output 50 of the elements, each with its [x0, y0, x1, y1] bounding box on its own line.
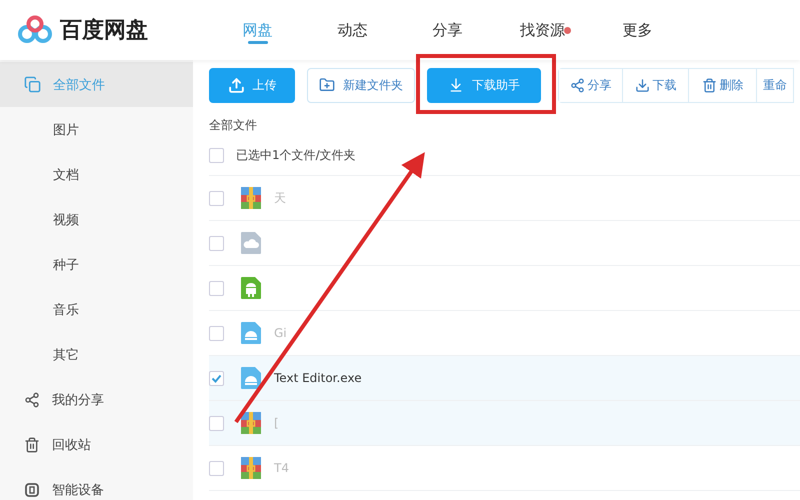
- android-file-icon: [240, 276, 262, 300]
- checkbox[interactable]: [209, 460, 224, 476]
- sidebar-item[interactable]: 种子: [0, 242, 193, 287]
- sidebar-item[interactable]: 其它: [0, 332, 193, 377]
- share-icon: [24, 392, 40, 408]
- trash-icon: [702, 78, 716, 92]
- nav-tab[interactable]: 更多: [590, 0, 685, 60]
- nav-tab[interactable]: 找资源: [495, 0, 590, 60]
- archive-icon: [240, 456, 262, 480]
- app-title: 百度网盘: [60, 16, 148, 45]
- nav-tab[interactable]: 动态: [305, 0, 400, 60]
- toolbar-button[interactable]: 分享: [559, 68, 623, 102]
- files-icon: [24, 76, 41, 93]
- sidebar-item[interactable]: 智能设备: [0, 467, 193, 500]
- checkbox[interactable]: [209, 280, 224, 296]
- new-folder-button[interactable]: 新建文件夹: [307, 68, 415, 102]
- sidebar-item[interactable]: 视频: [0, 197, 193, 242]
- sidebar-item[interactable]: 文档: [0, 152, 193, 197]
- file-row[interactable]: Text Editor.exe: [209, 356, 800, 401]
- nav-tab[interactable]: 分享: [400, 0, 495, 60]
- checkbox[interactable]: [209, 236, 224, 250]
- archive-icon: [240, 186, 262, 210]
- archive-icon: [240, 411, 262, 435]
- cloud-file-icon: [240, 231, 262, 255]
- exe-file-icon: [240, 366, 262, 390]
- download-icon: [448, 77, 464, 93]
- file-name: Gi: [274, 326, 287, 340]
- device-icon: [24, 482, 40, 498]
- file-name: T4: [274, 461, 289, 475]
- sidebar-item[interactable]: 图片: [0, 107, 193, 152]
- sidebar-item[interactable]: 我的分享: [0, 377, 193, 422]
- share-icon: [570, 78, 584, 92]
- sidebar-item[interactable]: 回收站: [0, 422, 193, 467]
- file-name: [: [274, 416, 279, 430]
- trash-icon: [24, 436, 40, 452]
- checkbox[interactable]: [209, 370, 224, 386]
- download-icon: [634, 78, 650, 92]
- selection-count: 已选中1个文件/文件夹: [236, 146, 356, 164]
- checkbox[interactable]: [209, 190, 224, 206]
- breadcrumb: 全部文件: [209, 117, 258, 134]
- sidebar-item[interactable]: 音乐: [0, 287, 193, 332]
- exe-file-icon: [240, 321, 262, 345]
- logo-icon: [18, 15, 52, 45]
- folder-plus-icon: [319, 77, 335, 93]
- file-name: Text Editor.exe: [274, 371, 362, 385]
- checkbox[interactable]: [209, 416, 224, 430]
- checkbox[interactable]: [209, 326, 224, 340]
- file-name: 天: [274, 190, 286, 206]
- upload-icon: [228, 76, 244, 94]
- checkbox[interactable]: [209, 148, 224, 162]
